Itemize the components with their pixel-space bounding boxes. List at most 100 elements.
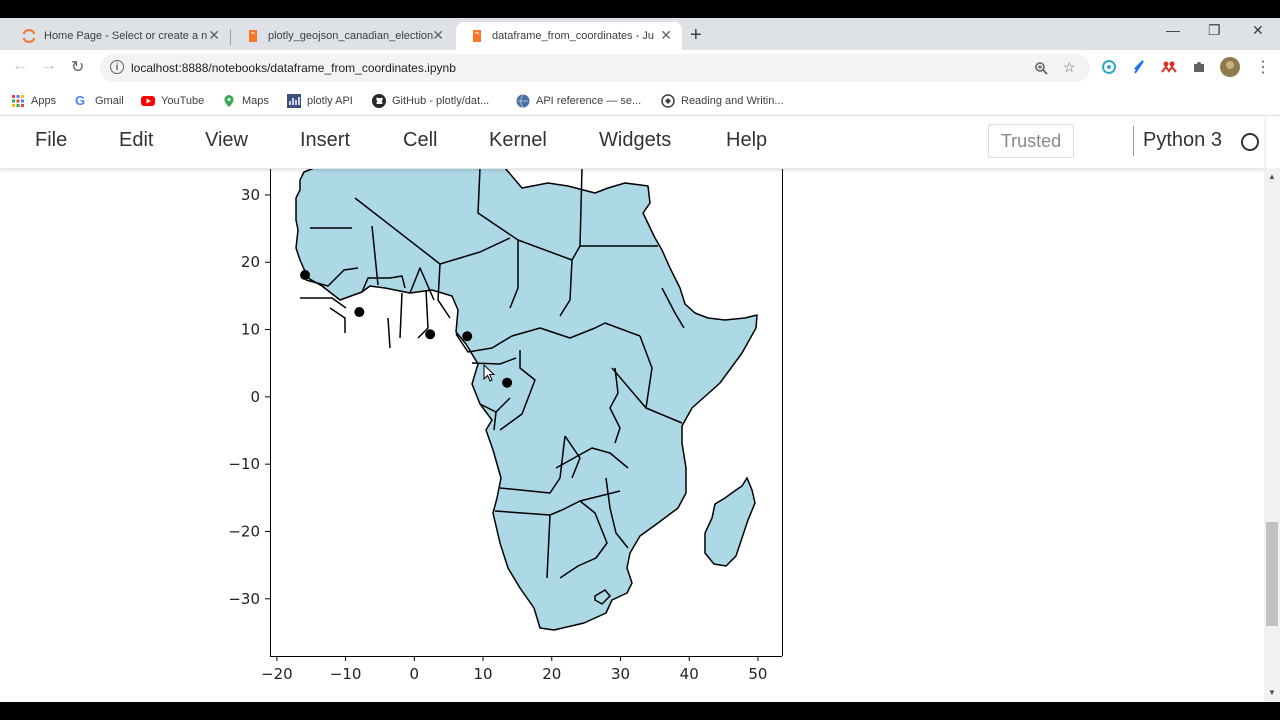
close-tab-icon[interactable]: ✕	[660, 27, 672, 44]
tab-separator	[230, 29, 231, 45]
notebook-output-area: −20 −10 0 10 20 30 40 50 30 20 10 0 −10 −20 −30	[0, 168, 1264, 702]
close-tab-icon[interactable]: ✕	[432, 27, 444, 44]
tab-strip: Home Page - Select or create a n ✕ plotl…	[0, 18, 1280, 50]
address-bar[interactable]: i localhost:8888/notebooks/dataframe_fro…	[100, 54, 1090, 82]
plotly-icon	[287, 94, 301, 108]
bookmark-star-icon[interactable]: ☆	[1063, 59, 1076, 76]
tab-title: dataframe_from_coordinates - Ju	[492, 30, 655, 42]
bookmark-label: Reading and Writin...	[681, 95, 784, 107]
restore-button[interactable]: ❐	[1208, 22, 1221, 39]
menu-widgets[interactable]: Widgets	[599, 129, 671, 152]
coordinate-point	[502, 377, 513, 388]
x-tick-label: 40	[680, 665, 699, 683]
border-line	[329, 307, 346, 333]
reading-icon	[661, 94, 675, 108]
close-window-button[interactable]: ✕	[1252, 22, 1264, 39]
coordinate-point	[425, 329, 436, 340]
coordinate-point	[300, 270, 311, 281]
feather-extension-icon[interactable]	[1131, 59, 1147, 75]
kernel-status-indicator	[1241, 133, 1259, 151]
madagascar	[704, 476, 756, 567]
border-line	[417, 289, 429, 339]
apps-grid-icon	[12, 95, 24, 107]
bookmark-plotly-api[interactable]: plotly API	[287, 94, 353, 108]
x-tick-label: 30	[611, 665, 630, 683]
menu-view[interactable]: View	[205, 129, 248, 152]
people-extension-icon[interactable]	[1161, 59, 1177, 75]
menu-edit[interactable]: Edit	[119, 129, 153, 152]
puzzle-extensions-icon[interactable]	[1191, 59, 1207, 75]
bookmark-label: Apps	[31, 95, 57, 107]
youtube-icon	[141, 96, 155, 106]
bookmarks-bar: Apps G Gmail YouTube Maps plotly API Git…	[0, 86, 1280, 116]
notebook-icon	[249, 30, 257, 42]
coordinate-point	[462, 331, 473, 342]
avatar[interactable]	[1220, 57, 1240, 77]
minimize-button[interactable]: —	[1166, 22, 1180, 38]
new-tab-button[interactable]: +	[690, 24, 702, 47]
x-tick-label: 0	[410, 665, 420, 683]
bookmark-gmail[interactable]: G Gmail	[75, 94, 124, 108]
bookmark-label: API reference — se...	[536, 95, 642, 107]
info-icon[interactable]: i	[110, 60, 124, 74]
tab-plotly-geojson[interactable]: plotly_geojson_canadian_election ✕	[232, 22, 454, 50]
menu-file[interactable]: File	[35, 129, 67, 152]
google-icon: G	[75, 93, 86, 108]
extension-icon[interactable]	[1101, 59, 1117, 75]
bookmark-label: GitHub - plotly/dat...	[392, 95, 490, 107]
notebook-menubar: File Edit View Insert Cell Kernel Widget…	[0, 116, 1264, 169]
africa-land-shapes	[295, 168, 758, 631]
menu-kernel[interactable]: Kernel	[489, 129, 547, 152]
menu-cell[interactable]: Cell	[403, 129, 437, 152]
africa-scatter-map: −20 −10 0 10 20 30 40 50 30 20 10 0 −10 −20 −30	[228, 168, 783, 683]
tab-home[interactable]: Home Page - Select or create a n ✕	[8, 22, 230, 50]
y-tick-label: 20	[241, 253, 260, 271]
bookmark-api-reference[interactable]: API reference — se...	[516, 94, 641, 108]
border-line	[387, 317, 391, 349]
jupyter-icon	[23, 29, 35, 43]
bookmark-maps[interactable]: Maps	[222, 94, 269, 108]
trusted-indicator[interactable]: Trusted	[988, 124, 1074, 158]
bookmark-youtube[interactable]: YouTube	[141, 94, 204, 108]
x-tick-label: 50	[748, 665, 767, 683]
x-tick-label: −10	[330, 665, 362, 683]
bookmark-github[interactable]: GitHub - plotly/dat...	[372, 94, 489, 108]
bookmark-label: YouTube	[161, 95, 205, 107]
menu-insert[interactable]: Insert	[300, 129, 350, 152]
africa-mainland	[295, 168, 758, 631]
reload-icon[interactable]: ↻	[71, 57, 84, 77]
tab-dataframe-active[interactable]: dataframe_from_coordinates - Ju ✕	[456, 22, 682, 50]
notebook-icon	[473, 30, 481, 42]
scroll-down-icon[interactable]: ▼	[1264, 688, 1280, 697]
y-tick-label: 30	[241, 186, 260, 204]
y-tick-label: −10	[228, 455, 260, 473]
y-tick-label: −20	[228, 522, 260, 540]
menu-kebab-icon[interactable]: ⋮	[1255, 57, 1271, 77]
browser-chrome: Home Page - Select or create a n ✕ plotl…	[0, 18, 1280, 116]
globe-icon	[516, 94, 530, 108]
bookmark-apps[interactable]: Apps	[11, 94, 56, 108]
y-tick-label: 0	[250, 388, 260, 406]
jupyter-page: File Edit View Insert Cell Kernel Widget…	[0, 116, 1280, 702]
maps-pin-icon	[224, 95, 234, 107]
kernel-divider	[1133, 126, 1134, 156]
bookmark-reading-writing[interactable]: Reading and Writin...	[661, 94, 784, 108]
back-arrow-icon[interactable]: ←	[12, 57, 28, 75]
scroll-up-icon[interactable]: ▲	[1264, 172, 1280, 181]
bottom-bar	[0, 702, 1280, 720]
y-tick-label: 10	[241, 321, 260, 339]
close-tab-icon[interactable]: ✕	[208, 27, 220, 44]
scrollbar-thumb[interactable]	[1266, 522, 1278, 626]
bookmark-label: Gmail	[95, 95, 124, 107]
browser-toolbar: ← → ↻ i localhost:8888/notebooks/datafra…	[0, 50, 1280, 86]
x-tick-label: 10	[474, 665, 493, 683]
x-tick-label: −20	[261, 665, 293, 683]
menu-help[interactable]: Help	[726, 129, 767, 152]
zoom-icon[interactable]	[1034, 61, 1048, 75]
forward-arrow-icon[interactable]: →	[41, 57, 57, 75]
border-line	[399, 292, 403, 339]
url-text: localhost:8888/notebooks/dataframe_from_…	[131, 61, 456, 75]
y-tick-label: −30	[228, 590, 260, 608]
x-tick-label: 20	[542, 665, 561, 683]
kernel-name[interactable]: Python 3	[1143, 129, 1222, 152]
